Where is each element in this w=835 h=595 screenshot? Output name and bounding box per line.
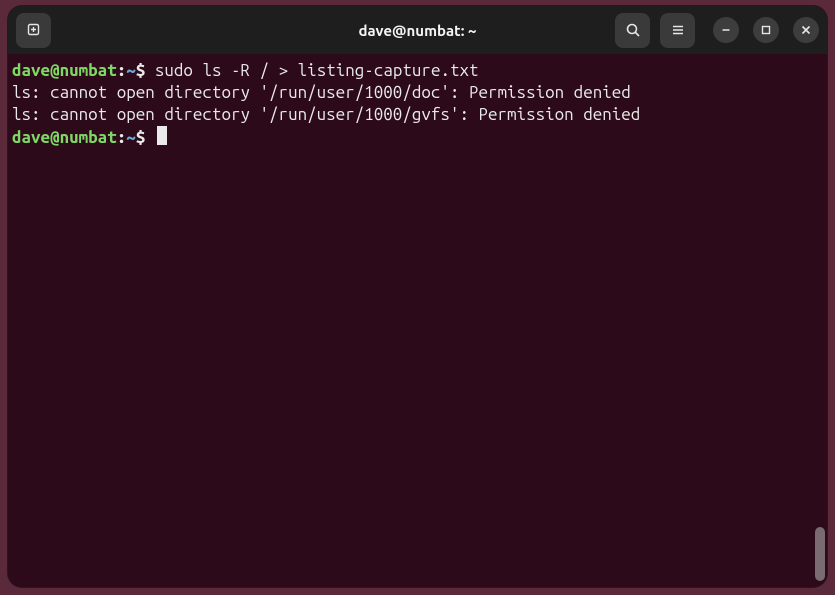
prompt-colon: : <box>117 128 127 147</box>
prompt-symbol: $ <box>136 128 146 147</box>
terminal-output-line: ls: cannot open directory '/run/user/100… <box>12 104 823 126</box>
terminal-body[interactable]: dave@numbat:~$ sudo ls -R / > listing-ca… <box>8 54 827 587</box>
prompt-symbol: $ <box>136 61 146 80</box>
menu-icon <box>670 22 686 38</box>
menu-button[interactable] <box>660 13 695 48</box>
close-button[interactable] <box>793 17 819 43</box>
maximize-icon <box>760 24 772 36</box>
cursor <box>157 126 167 145</box>
close-icon <box>800 24 812 36</box>
search-icon <box>625 22 641 38</box>
new-tab-button[interactable] <box>16 13 51 48</box>
terminal-line: dave@numbat:~$ <box>12 126 823 149</box>
prompt-cwd: ~ <box>126 128 136 147</box>
command-text: sudo ls -R / > listing-capture.txt <box>145 61 478 80</box>
prompt-user-host: dave@numbat <box>12 61 117 80</box>
titlebar: dave@numbat: ~ <box>8 6 827 54</box>
terminal-window: dave@numbat: ~ <box>8 6 827 587</box>
terminal-output-line: ls: cannot open directory '/run/user/100… <box>12 82 823 104</box>
prompt-cwd: ~ <box>126 61 136 80</box>
prompt-user-host: dave@numbat <box>12 128 117 147</box>
minimize-icon <box>720 24 732 36</box>
prompt-colon: : <box>117 61 127 80</box>
scrollbar-thumb[interactable] <box>815 527 825 581</box>
new-tab-icon <box>26 22 42 38</box>
search-button[interactable] <box>615 13 650 48</box>
minimize-button[interactable] <box>713 17 739 43</box>
maximize-button[interactable] <box>753 17 779 43</box>
terminal-line: dave@numbat:~$ sudo ls -R / > listing-ca… <box>12 60 823 82</box>
